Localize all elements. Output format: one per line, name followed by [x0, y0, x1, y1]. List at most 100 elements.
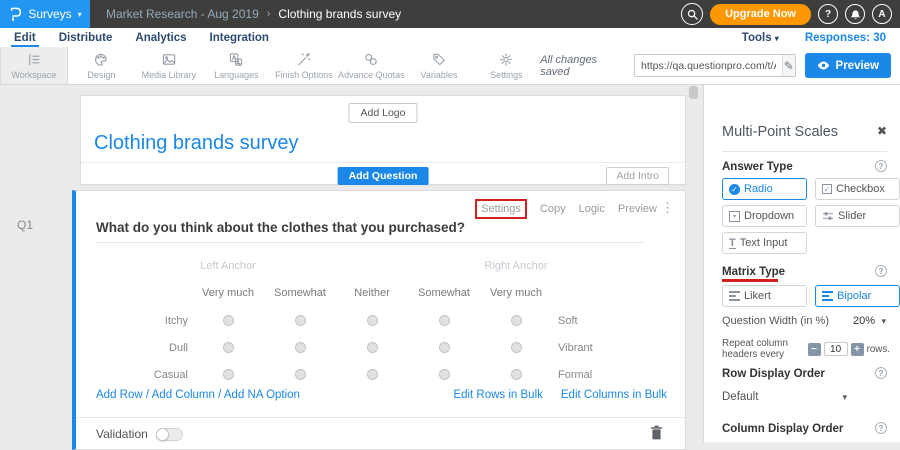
panel-title: Multi-Point Scales: [722, 124, 838, 140]
question-width-value[interactable]: 20%: [853, 315, 875, 327]
add-logo-button[interactable]: Add Logo: [349, 103, 418, 123]
row-label-right[interactable]: Vibrant: [552, 342, 662, 354]
toolbar-item-workspace[interactable]: Workspace: [0, 47, 68, 84]
question-action-logic[interactable]: Logic: [579, 203, 605, 215]
repeat-headers-suffix: rows.: [867, 344, 890, 355]
decrement-button[interactable]: −: [808, 343, 821, 356]
trash-icon[interactable]: [650, 425, 663, 440]
answer-type-text-input[interactable]: T Text Input: [722, 232, 807, 254]
help-button[interactable]: ?: [818, 4, 838, 24]
radio-option[interactable]: [511, 342, 522, 353]
survey-url-box: ✎: [634, 54, 796, 77]
matrix-type-bipolar[interactable]: Bipolar: [815, 285, 900, 307]
edit-rows-bulk-link[interactable]: Edit Rows in Bulk: [453, 389, 542, 401]
question-action-preview[interactable]: Preview: [618, 203, 657, 215]
divider: [722, 151, 887, 152]
toolbar-item-finish-options[interactable]: Finish Options: [270, 47, 338, 84]
edit-columns-bulk-link[interactable]: Edit Columns in Bulk: [561, 389, 667, 401]
question-text[interactable]: What do you think about the clothes that…: [96, 220, 465, 235]
radio-option[interactable]: [367, 315, 378, 326]
validation-label: Validation: [96, 427, 148, 441]
radio-option[interactable]: [511, 315, 522, 326]
radio-option[interactable]: [511, 369, 522, 380]
image-icon: [161, 52, 177, 67]
close-icon[interactable]: ✖: [877, 124, 887, 138]
canvas-scrollbar[interactable]: [689, 86, 698, 99]
add-row-link[interactable]: Add Row: [96, 389, 143, 401]
search-button[interactable]: [681, 3, 703, 25]
row-display-order-help-icon[interactable]: ?: [875, 367, 887, 379]
answer-type-slider[interactable]: Slider: [815, 205, 900, 227]
radio-option[interactable]: [295, 315, 306, 326]
kebab-menu-icon[interactable]: ⋮: [661, 200, 674, 216]
answer-type-radio[interactable]: ✓ Radio: [722, 178, 807, 200]
radio-option[interactable]: [223, 342, 234, 353]
radio-option[interactable]: [439, 342, 450, 353]
tab-analytics[interactable]: Analytics: [126, 28, 195, 47]
column-display-order-help-icon[interactable]: ?: [875, 422, 887, 434]
matrix-type-help-icon[interactable]: ?: [875, 265, 887, 277]
radio-option[interactable]: [439, 315, 450, 326]
tools-menu[interactable]: Tools ▾: [742, 32, 779, 44]
radio-option[interactable]: [223, 369, 234, 380]
radio-option[interactable]: [223, 315, 234, 326]
matrix-type-label: Matrix Type: [722, 266, 785, 278]
toolbar-item-settings[interactable]: Settings: [473, 47, 541, 84]
surveys-menu[interactable]: Surveys ▾: [0, 0, 90, 28]
answer-type-dropdown[interactable]: ▾ Dropdown: [722, 205, 807, 227]
add-na-option-link[interactable]: Add NA Option: [224, 389, 300, 401]
row-label-right[interactable]: Formal: [552, 369, 662, 381]
radio-option[interactable]: [295, 342, 306, 353]
breadcrumb-folder[interactable]: Market Research - Aug 2019: [106, 7, 259, 21]
survey-title[interactable]: Clothing brands survey: [94, 132, 299, 155]
upgrade-now-button[interactable]: Upgrade Now: [710, 4, 811, 25]
repeat-rows-input[interactable]: [824, 342, 848, 356]
avatar[interactable]: A: [872, 4, 892, 24]
answer-type-label: Answer Type: [722, 161, 793, 173]
gear-icon: [498, 52, 514, 67]
radio-option[interactable]: [295, 369, 306, 380]
responses-link[interactable]: Responses: 30: [805, 32, 886, 44]
add-question-button[interactable]: Add Question: [338, 167, 429, 185]
radio-option[interactable]: [367, 369, 378, 380]
increment-button[interactable]: +: [851, 343, 864, 356]
row-display-order-select[interactable]: Default ▾: [722, 391, 847, 403]
toolbar-item-design[interactable]: Design: [68, 47, 136, 84]
question-action-settings[interactable]: Settings: [475, 199, 527, 219]
answer-type-options: ✓ Radio ✓ Checkbox ▾ Dropdown Slider T T: [722, 178, 900, 254]
radio-option[interactable]: [439, 369, 450, 380]
answer-type-checkbox[interactable]: ✓ Checkbox: [815, 178, 900, 200]
eye-icon: [817, 61, 830, 70]
matrix-type-likert[interactable]: Likert: [722, 285, 807, 307]
radio-option[interactable]: [367, 342, 378, 353]
toolbar-item-languages[interactable]: Languages: [203, 47, 271, 84]
notifications-button[interactable]: [845, 4, 865, 24]
add-column-link[interactable]: Add Column: [152, 389, 215, 401]
edit-url-button[interactable]: ✎: [782, 55, 795, 76]
validation-toggle[interactable]: [156, 428, 183, 441]
row-label-left[interactable]: Casual: [96, 369, 192, 381]
dropdown-icon: ▾: [729, 211, 740, 222]
add-intro-button[interactable]: Add Intro: [606, 167, 669, 185]
row-display-order-label: Row Display Order: [722, 368, 825, 380]
divider: [76, 417, 685, 418]
row-label-left[interactable]: Dull: [96, 342, 192, 354]
preview-button[interactable]: Preview: [805, 53, 891, 78]
bipolar-icon: [822, 291, 833, 301]
answer-type-help-icon[interactable]: ?: [875, 160, 887, 172]
edit-toolbar: Workspace Design Media Library Languages…: [0, 47, 900, 85]
likert-icon: [729, 291, 740, 301]
tab-edit[interactable]: Edit: [5, 28, 45, 47]
question-actions: Settings Copy Logic Preview: [475, 199, 657, 219]
toolbar-item-variables[interactable]: Variables: [405, 47, 473, 84]
chevron-down-icon[interactable]: ▾: [881, 316, 886, 327]
survey-url-input[interactable]: [635, 55, 782, 76]
toolbar-item-advance-quotas[interactable]: Advance Quotas: [338, 47, 406, 84]
toolbar-item-media-library[interactable]: Media Library: [135, 47, 203, 84]
row-label-right[interactable]: Soft: [552, 315, 662, 327]
tag-icon: [431, 52, 447, 67]
question-action-copy[interactable]: Copy: [540, 203, 566, 215]
row-label-left[interactable]: Itchy: [96, 315, 192, 327]
tab-distribute[interactable]: Distribute: [50, 28, 122, 47]
tab-integration[interactable]: Integration: [201, 28, 278, 47]
